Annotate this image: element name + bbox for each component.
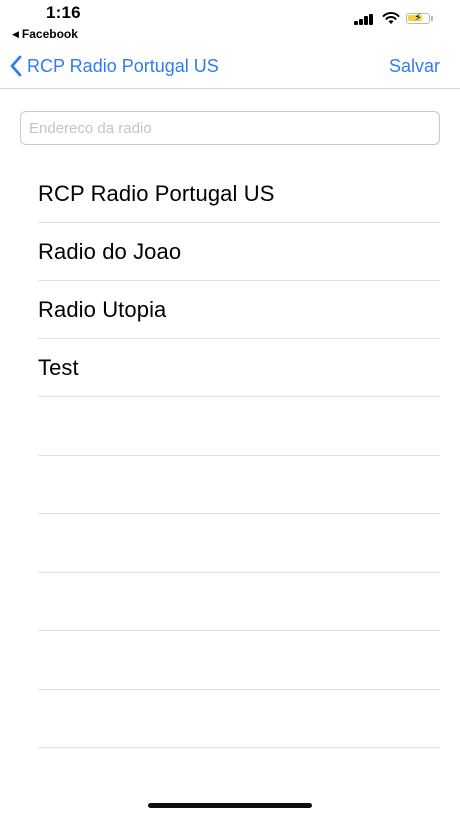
back-triangle-icon: ◀ [12, 29, 19, 39]
status-time: 1:16 [46, 3, 81, 22]
list-item[interactable]: RCP Radio Portugal US [38, 165, 440, 223]
radio-address-input[interactable] [20, 111, 440, 145]
empty-row [38, 514, 440, 573]
back-app-label: Facebook [21, 27, 78, 41]
battery-charging-icon: ⚡ [406, 12, 430, 24]
navigation-bar: RCP Radio Portugal US Salvar [0, 44, 460, 89]
empty-row [38, 690, 440, 748]
station-name: RCP Radio Portugal US [38, 180, 275, 206]
back-button[interactable]: RCP Radio Portugal US [9, 53, 219, 79]
station-list: RCP Radio Portugal US Radio do Joao Radi… [38, 165, 440, 748]
back-button-label: RCP Radio Portugal US [27, 55, 219, 76]
empty-row [38, 397, 440, 456]
cellular-signal-icon [354, 13, 376, 25]
empty-row [38, 456, 440, 514]
station-name: Radio do Joao [38, 238, 182, 264]
station-name: Test [38, 354, 79, 380]
save-button[interactable]: Salvar [389, 56, 440, 77]
list-item[interactable]: Radio do Joao [38, 223, 440, 281]
home-indicator[interactable] [148, 803, 312, 808]
battery-cap [431, 16, 433, 21]
wifi-icon [382, 12, 400, 24]
list-item[interactable]: Radio Utopia [38, 281, 440, 339]
charging-bolt-icon: ⚡ [414, 12, 422, 24]
status-bar: 1:16 ◀ Facebook ⚡ [0, 0, 460, 44]
station-name: Radio Utopia [38, 296, 167, 322]
empty-row [38, 573, 440, 631]
back-to-app-link[interactable]: ◀ Facebook [12, 27, 78, 41]
list-item[interactable]: Test [38, 339, 440, 397]
chevron-left-icon [10, 55, 22, 77]
empty-row [38, 631, 440, 690]
